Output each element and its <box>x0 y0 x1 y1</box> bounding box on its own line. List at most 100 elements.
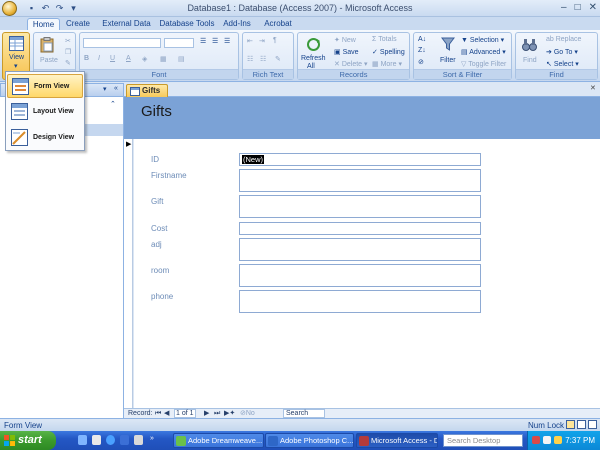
totals-button[interactable]: Σ Totals <box>372 36 397 43</box>
bold-icon[interactable]: B <box>84 55 89 62</box>
network-icon[interactable] <box>543 436 551 444</box>
paste-icon[interactable] <box>40 37 54 53</box>
layout-view-icon[interactable] <box>577 420 586 429</box>
more-button[interactable]: ▦ More ▾ <box>372 60 402 68</box>
replace-button[interactable]: ab Replace <box>546 36 581 43</box>
design-view-label: Design View <box>33 134 75 141</box>
maximize-icon[interactable]: □ <box>575 2 581 13</box>
taskbar-photoshop-label: Adobe Photoshop C... <box>280 436 354 445</box>
italic-icon[interactable]: I <box>98 55 100 62</box>
ribbon-tab-row: Home Create External Data Database Tools… <box>0 17 600 30</box>
quick-launch-chevron-icon[interactable]: » <box>150 435 154 442</box>
underline-icon[interactable]: U <box>110 55 115 62</box>
room-field[interactable] <box>239 264 481 287</box>
clear-sort-icon[interactable]: ⊘ <box>418 58 424 66</box>
tab-database-tools[interactable]: Database Tools <box>158 18 216 30</box>
tab-home[interactable]: Home <box>27 18 60 30</box>
bullets-icon[interactable]: ☷ <box>247 55 253 63</box>
tab-add-ins[interactable]: Add-Ins <box>221 18 253 30</box>
collapse-group-icon[interactable]: ⌃ <box>110 100 116 108</box>
tab-acrobat[interactable]: Acrobat <box>258 18 298 30</box>
record-selector[interactable]: ▶ <box>124 139 133 408</box>
binoculars-icon[interactable] <box>522 37 537 52</box>
record-position-input[interactable]: 1 of 1 <box>174 409 196 418</box>
spelling-button[interactable]: ✓ Spelling <box>372 48 405 56</box>
view-menu-item-layout-view[interactable]: Layout View <box>7 100 83 124</box>
title-bar: ▪ ↶ ↷ ▾ Database1 : Database (Access 200… <box>0 0 600 17</box>
tab-gifts[interactable]: Gifts <box>126 84 168 97</box>
format-painter-icon[interactable]: ✎ <box>65 59 71 67</box>
start-button[interactable]: start <box>0 431 56 450</box>
tab-external-data[interactable]: External Data <box>99 18 154 30</box>
id-field[interactable]: (New) <box>239 153 481 166</box>
system-tray: 7:37 PM <box>527 431 600 450</box>
phone-field[interactable] <box>239 290 481 313</box>
sort-filter-group-label: Sort & Filter <box>414 69 511 79</box>
taskbar-photoshop[interactable]: Adobe Photoshop C... <box>265 433 354 448</box>
selected-nav-item[interactable] <box>84 124 123 136</box>
font-name-dropdown[interactable] <box>83 38 161 48</box>
show-desktop-icon[interactable] <box>92 435 101 445</box>
quick-launch-icon[interactable] <box>78 435 87 445</box>
goto-button[interactable]: ➔ Go To ▾ <box>546 48 578 56</box>
shutter-bar-icon[interactable]: « <box>114 85 118 92</box>
save-record-button[interactable]: ▣ Save <box>334 48 359 56</box>
align-center-icon[interactable]: ☰ <box>212 37 218 45</box>
taskbar-dreamweaver-label: Adobe Dreamweave... <box>188 436 263 445</box>
firstname-field[interactable] <box>239 169 481 192</box>
close-document-icon[interactable]: ✕ <box>590 84 596 92</box>
select-button[interactable]: ↖ Select ▾ <box>546 60 579 68</box>
tab-create[interactable]: Create <box>62 18 94 30</box>
sort-ascending-icon[interactable]: A↓ <box>418 36 426 43</box>
filter-icon[interactable] <box>441 37 455 52</box>
taskbar-access[interactable]: Microsoft Access - D... <box>356 433 438 448</box>
advanced-button[interactable]: ▤ Advanced ▾ <box>461 48 506 56</box>
alternate-fill-icon[interactable]: ▤ <box>178 55 185 63</box>
tray-app-icon[interactable] <box>532 436 540 444</box>
browser-icon[interactable] <box>106 435 115 445</box>
label-gift: Gift <box>151 197 164 206</box>
view-menu-item-design-view[interactable]: Design View <box>7 126 83 150</box>
label-room: room <box>151 266 170 275</box>
label-firstname: Firstname <box>151 171 187 180</box>
highlight-icon[interactable]: ✎ <box>275 55 281 63</box>
media-player-icon[interactable] <box>120 435 129 445</box>
selection-button[interactable]: ▼ Selection ▾ <box>461 36 504 44</box>
refresh-icon[interactable] <box>306 37 321 52</box>
num-lock-indicator: Num Lock <box>528 421 565 430</box>
close-icon[interactable]: ✕ <box>589 2 597 13</box>
font-color-icon[interactable]: A <box>126 55 131 62</box>
current-record-icon: ▶ <box>126 141 132 148</box>
gift-field[interactable] <box>239 195 481 218</box>
increase-indent-icon[interactable]: ⇥ <box>259 37 265 45</box>
fill-color-icon[interactable]: ◈ <box>142 55 147 63</box>
toggle-filter-button[interactable]: ▽ Toggle Filter <box>461 60 506 68</box>
new-record-button[interactable]: ✦ New <box>334 36 356 44</box>
sort-descending-icon[interactable]: Z↓ <box>418 47 426 54</box>
align-right-icon[interactable]: ☰ <box>224 37 230 45</box>
search-input[interactable]: Search <box>283 409 325 418</box>
view-menu-item-form-view[interactable]: Form View <box>7 74 83 98</box>
adj-field[interactable] <box>239 238 481 261</box>
desktop-search-input[interactable]: Search Desktop <box>443 434 523 447</box>
cut-icon[interactable]: ✂ <box>65 37 71 45</box>
gridlines-icon[interactable]: ▦ <box>160 55 167 63</box>
font-size-dropdown[interactable] <box>164 38 194 48</box>
record-navigation-bar: Record: ⏮ ◀ 1 of 1 ▶ ⏭ ▶✦ ⊘ No Filter Se… <box>124 408 600 427</box>
minimize-icon[interactable]: – <box>561 2 567 13</box>
delete-record-button[interactable]: ✕ Delete ▾ <box>334 60 368 68</box>
align-left-icon[interactable]: ☰ <box>200 37 206 45</box>
sort-filter-group: A↓ Z↓ ⊘ Filter ▼ Selection ▾ ▤ Advanced … <box>413 32 512 80</box>
text-direction-icon[interactable]: ¶ <box>273 37 277 44</box>
volume-icon[interactable] <box>554 436 562 444</box>
design-view-icon[interactable] <box>588 420 597 429</box>
form-view-icon[interactable] <box>566 420 575 429</box>
numbering-icon[interactable]: ☷ <box>260 55 266 63</box>
cost-field[interactable] <box>239 222 481 235</box>
taskbar-dreamweaver[interactable]: Adobe Dreamweave... <box>173 433 264 448</box>
decrease-indent-icon[interactable]: ⇤ <box>247 37 253 45</box>
copy-icon[interactable]: ❐ <box>65 48 71 56</box>
font-group-label: Font <box>80 69 238 79</box>
nav-dropdown-icon[interactable]: ▾ <box>103 85 107 93</box>
folder-icon[interactable] <box>134 435 143 445</box>
